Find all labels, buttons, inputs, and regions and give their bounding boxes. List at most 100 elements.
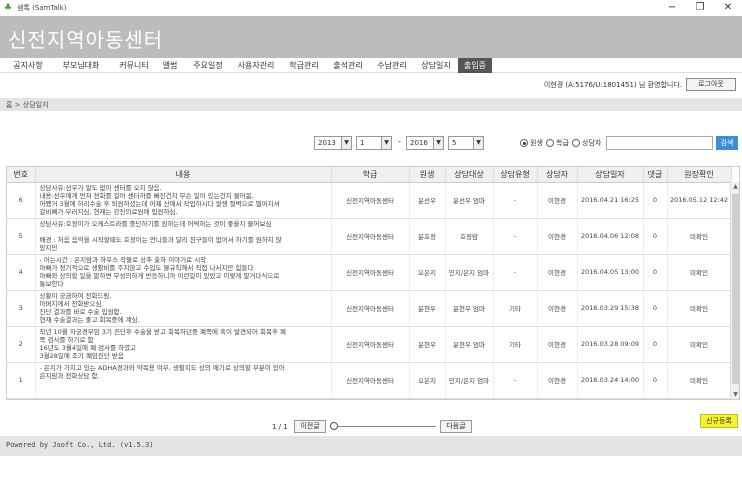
row-content: 상황이 궁금하여 전화드림. 아버지께서 전화받으심. 진단 결과를 바로 수술… <box>35 290 332 327</box>
radio-class[interactable]: 학급 <box>546 138 569 148</box>
row-class: 신전지역아동센터 <box>331 254 410 291</box>
col-confirm[interactable]: 원장확인 <box>667 167 732 183</box>
row-student: 오은지 <box>409 254 446 291</box>
nav-item-payment[interactable]: 수납관리 <box>372 58 412 73</box>
table-row[interactable]: 3 상황이 궁금하여 전화드림. 아버지께서 전화받으심. 진단 결과를 바로 수… <box>7 290 732 327</box>
row-class: 신전지역아동센터 <box>331 182 410 219</box>
row-type: - <box>493 362 538 399</box>
row-comments: 0 <box>643 326 668 363</box>
nav-item-class-admin[interactable]: 학급관리 <box>284 58 324 73</box>
minimize-button[interactable]: − <box>658 0 686 16</box>
next-button[interactable]: 다음글 <box>440 420 472 433</box>
nav-item-pass[interactable]: 출입증 <box>458 58 492 73</box>
radio-counselor[interactable]: 상담자 <box>572 138 601 148</box>
close-button[interactable]: ✕ <box>714 0 742 16</box>
radio-dot <box>520 139 528 147</box>
row-no: 1 <box>7 362 36 399</box>
nav-item-attendance[interactable]: 출석관리 <box>328 58 368 73</box>
app-header: 신전지역아동센터 <box>0 16 742 58</box>
col-date[interactable]: 상담일자 <box>577 167 644 183</box>
scroll-down-icon[interactable]: ▼ <box>731 390 739 399</box>
breadcrumb: 홈 > 상담일지 <box>6 101 49 109</box>
row-content: - 어는시간 : 은지맘과 하우스 작물로 상추 출하 이야기로 시작 아빠가 … <box>35 254 332 291</box>
row-student: 오은지 <box>409 362 446 399</box>
col-target[interactable]: 상담대상 <box>445 167 494 183</box>
table-row[interactable]: 5 상담사유:호정이가 오케스트라를 중단하기를 원하는데 어떡하는 것이 좋을지… <box>7 218 732 255</box>
row-type: - <box>493 218 538 255</box>
to-year-select[interactable]: 2016 ▼ <box>406 136 444 150</box>
table-scrollbar[interactable]: ▲ ▼ <box>730 182 739 399</box>
prev-button[interactable]: 이전글 <box>294 420 326 433</box>
slider-knob[interactable] <box>330 422 338 430</box>
nav-item-album[interactable]: 앨범 <box>158 58 182 73</box>
col-content[interactable]: 내용 <box>35 167 332 183</box>
row-target: 민지/은지 엄마 <box>445 254 494 291</box>
table-row[interactable]: 4- 어는시간 : 은지맘과 하우스 작물로 상추 출하 이야기로 시작 아빠가… <box>7 254 732 291</box>
row-no: 2 <box>7 326 36 363</box>
row-target: 윤현우 엄마 <box>445 326 494 363</box>
col-no[interactable]: 번호 <box>7 167 36 183</box>
search-input[interactable] <box>606 136 713 150</box>
col-counselor[interactable]: 상담자 <box>537 167 578 183</box>
col-student[interactable]: 원생 <box>409 167 446 183</box>
row-counselor: 이현경 <box>537 362 578 399</box>
scroll-up-icon[interactable]: ▲ <box>731 182 739 192</box>
row-comments: 0 <box>643 290 668 327</box>
row-confirm: 미확인 <box>667 290 732 327</box>
footer: Powered by Jsoft Co., Ltd. (v1.5.3) <box>0 436 742 456</box>
row-no: 4 <box>7 254 36 291</box>
logout-button[interactable]: 로그아웃 <box>686 78 736 91</box>
nav-item-notice[interactable]: 공지사항 <box>8 58 48 73</box>
row-date: 2016.04.05 13:00 <box>577 254 644 291</box>
row-date: 2016.03.29 15:38 <box>577 290 644 327</box>
range-dash: - <box>398 137 401 146</box>
chevron-down-icon: ▼ <box>381 137 391 149</box>
col-type[interactable]: 상담유형 <box>493 167 538 183</box>
nav-item-counsel-log[interactable]: 상담일지 <box>416 58 456 73</box>
window-title: 샘톡 (SamTalk) <box>17 4 67 12</box>
search-button[interactable]: 검색 <box>716 136 738 150</box>
brand-title: 신전지역아동센터 <box>8 28 164 52</box>
row-comments: 0 <box>643 218 668 255</box>
row-confirm: 미확인 <box>667 218 732 255</box>
maximize-button[interactable]: ❐ <box>686 0 714 16</box>
row-counselor: 이현경 <box>537 254 578 291</box>
page-info: 1 / 1 <box>272 423 288 431</box>
row-no: 5 <box>7 218 36 255</box>
to-month-select[interactable]: 5 ▼ <box>448 136 484 150</box>
radio-dot <box>546 139 554 147</box>
table-row[interactable]: 6 상담사유:선우가 말도 없이 센터를 오지 않음. 내용:선우에게 먼저 전화… <box>7 182 732 219</box>
table-row[interactable]: 2 작년 10월 자궁경부암 3기 진단후 수술을 받고 회복하던중 폐쪽에 혹이… <box>7 326 732 363</box>
radio-dot <box>572 139 580 147</box>
nav-item-schedule[interactable]: 주요일정 <box>188 58 228 73</box>
col-class[interactable]: 학급 <box>331 167 410 183</box>
page-slider[interactable] <box>330 422 436 430</box>
from-month-select[interactable]: 1 ▼ <box>356 136 392 150</box>
nav-item-parent-chat[interactable]: 부모님대화 <box>56 58 106 73</box>
leaf-icon: ♣ <box>4 3 13 13</box>
row-class: 신전지역아동센터 <box>331 326 410 363</box>
chevron-down-icon: ▼ <box>433 137 443 149</box>
nav-item-community[interactable]: 커뮤니티 <box>114 58 154 73</box>
row-student: 윤호정 <box>409 218 446 255</box>
table-row[interactable]: 1- 은지가 가지고 있는 ADHA경과와 약복용 여부, 생활지도 상의 애기… <box>7 362 732 399</box>
row-class: 신전지역아동센터 <box>331 290 410 327</box>
row-target: 윤선우 엄마 <box>445 182 494 219</box>
row-date: 2016.03.24 14:00 <box>577 362 644 399</box>
from-year-select[interactable]: 2013 ▼ <box>314 136 352 150</box>
scroll-thumb[interactable] <box>732 194 739 384</box>
window-controls: − ❐ ✕ <box>658 0 742 16</box>
nav-item-user-admin[interactable]: 사용자관리 <box>232 58 280 73</box>
breadcrumb-bar: 홈 > 상담일지 <box>0 98 742 111</box>
row-type: - <box>493 182 538 219</box>
row-target: 민지/은지 엄마 <box>445 362 494 399</box>
radio-student[interactable]: 원생 <box>520 138 543 148</box>
row-no: 6 <box>7 182 36 219</box>
row-comments: 0 <box>643 254 668 291</box>
row-target: 윤현우 엄마 <box>445 290 494 327</box>
counsel-table: 번호 내용 학급 원생 상담대상 상담유형 상담자 상담일자 댓글 원장확인 6… <box>6 166 740 400</box>
new-entry-button[interactable]: 신규등록 <box>700 414 738 428</box>
row-content: 작년 10월 자궁경부암 3기 진단후 수술을 받고 회복하던중 폐쪽에 혹이 … <box>35 326 332 363</box>
row-class: 신전지역아동센터 <box>331 362 410 399</box>
col-comments[interactable]: 댓글 <box>643 167 668 183</box>
